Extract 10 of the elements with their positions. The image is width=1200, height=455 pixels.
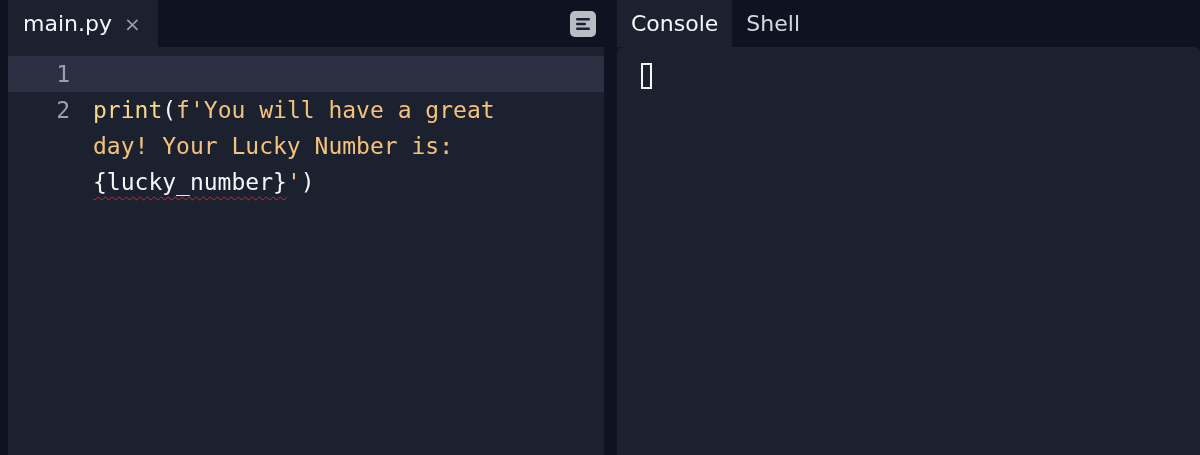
line-number: 1 — [55, 60, 70, 89]
code-editor[interactable]: 1 2 print(f'You will have a great day! Your Lucky Number is: {lucky_number}') — [8, 47, 604, 455]
format-icon[interactable] — [570, 10, 596, 37]
line-number: 2 — [55, 96, 70, 125]
panel-tab[interactable]: Console — [617, 0, 733, 47]
panel-tab[interactable]: Shell — [732, 0, 814, 47]
close-icon[interactable]: × — [123, 11, 141, 36]
text-cursor — [641, 63, 652, 89]
file-tab[interactable]: main.py × — [8, 0, 158, 47]
code-line: print(f'You will have a great day! Your Lucky Number is: {lucky_number}') — [93, 96, 496, 198]
